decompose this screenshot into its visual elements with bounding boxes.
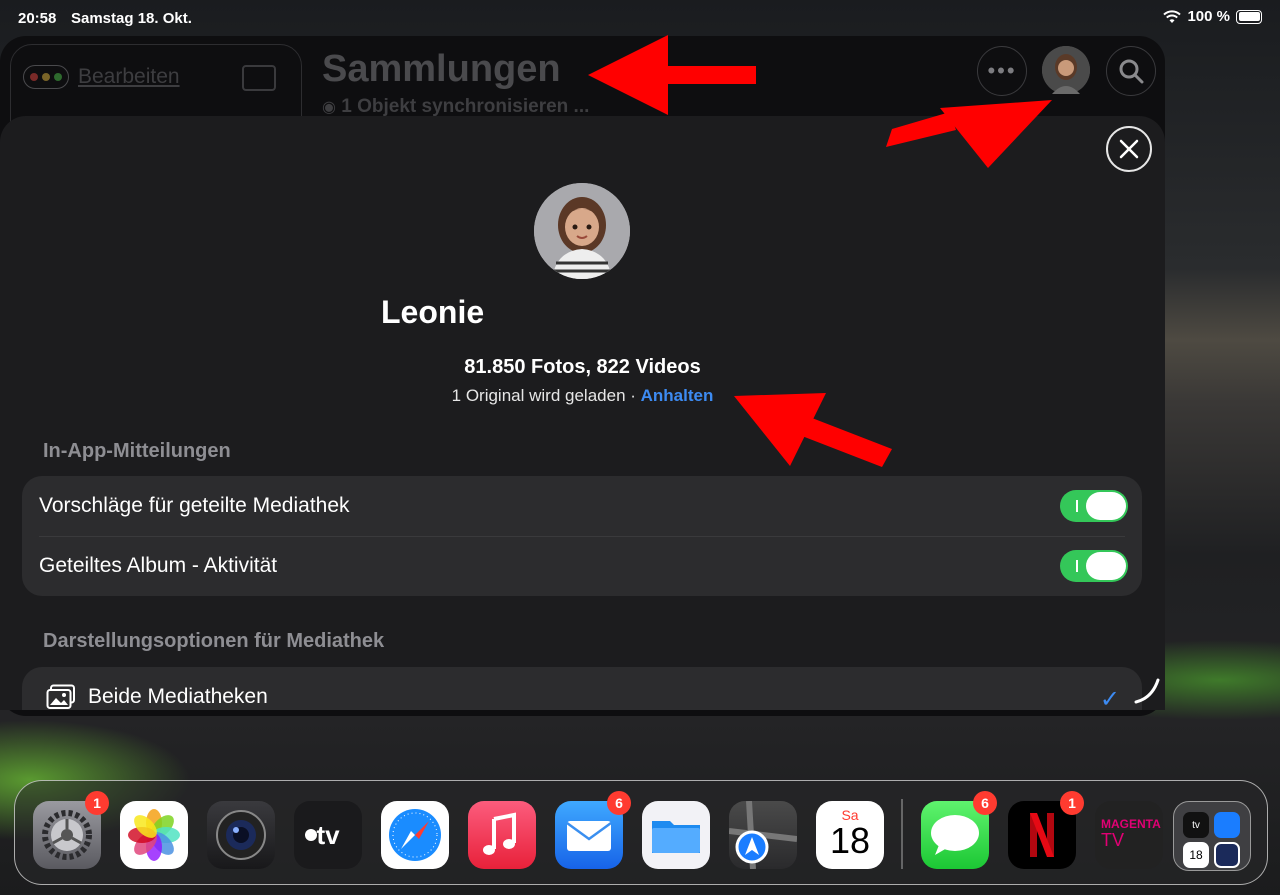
files-app-icon[interactable] <box>642 801 710 869</box>
calendar-app-icon[interactable]: Sa 18 <box>816 801 884 869</box>
notification-badge: 1 <box>1060 791 1084 815</box>
camera-app-icon[interactable] <box>207 801 275 869</box>
photos-flower-icon <box>128 809 180 861</box>
photos-app-icon[interactable] <box>120 801 188 869</box>
navigation-arrow-icon <box>728 800 798 870</box>
magenta-logo-tv: TV <box>1101 830 1125 850</box>
resize-handle-icon[interactable] <box>1134 678 1160 704</box>
mini-calendar-day: 18 <box>1189 848 1203 862</box>
mini-tv-text: tv <box>1192 819 1200 831</box>
app-library-folder[interactable]: tv 18 <box>1173 801 1251 871</box>
folder-icon <box>652 821 700 853</box>
camera-lens-icon <box>216 810 266 860</box>
netflix-app-icon[interactable]: 1 <box>1008 791 1084 869</box>
notification-badge: 1 <box>85 791 109 815</box>
apple-tv-icon: tv <box>305 820 340 850</box>
svg-text:tv: tv <box>316 820 340 850</box>
maps-app-icon[interactable] <box>728 800 798 870</box>
annotation-arrow-avatar <box>886 100 1052 168</box>
music-note-icon <box>483 812 516 855</box>
mini-maps-icon <box>1214 842 1240 868</box>
annotation-arrows <box>588 35 1160 704</box>
safari-app-icon[interactable] <box>381 801 449 869</box>
mail-app-icon[interactable]: 6 <box>555 791 631 869</box>
mini-safari-icon <box>1214 812 1240 838</box>
notification-badge: 6 <box>973 791 997 815</box>
notification-badge: 6 <box>607 791 631 815</box>
dock: 1 tv 6 Sa 18 6 1 MAGENTA TV tv 18 <box>14 780 1268 885</box>
mini-tv-icon: tv <box>1183 812 1209 838</box>
annotation-arrow-pause <box>734 393 892 467</box>
mini-calendar-icon: 18 <box>1183 842 1209 868</box>
calendar-day-number: 18 <box>829 820 871 861</box>
messages-app-icon[interactable]: 6 <box>921 791 997 869</box>
dock-separator <box>901 799 903 869</box>
settings-app-icon[interactable]: 1 <box>33 791 109 869</box>
tv-app-icon[interactable]: tv <box>294 801 362 869</box>
magentatv-app-icon[interactable]: MAGENTA TV <box>1095 801 1163 869</box>
music-app-icon[interactable] <box>468 801 536 869</box>
annotation-arrow-title <box>588 35 756 115</box>
compass-icon <box>389 809 441 861</box>
